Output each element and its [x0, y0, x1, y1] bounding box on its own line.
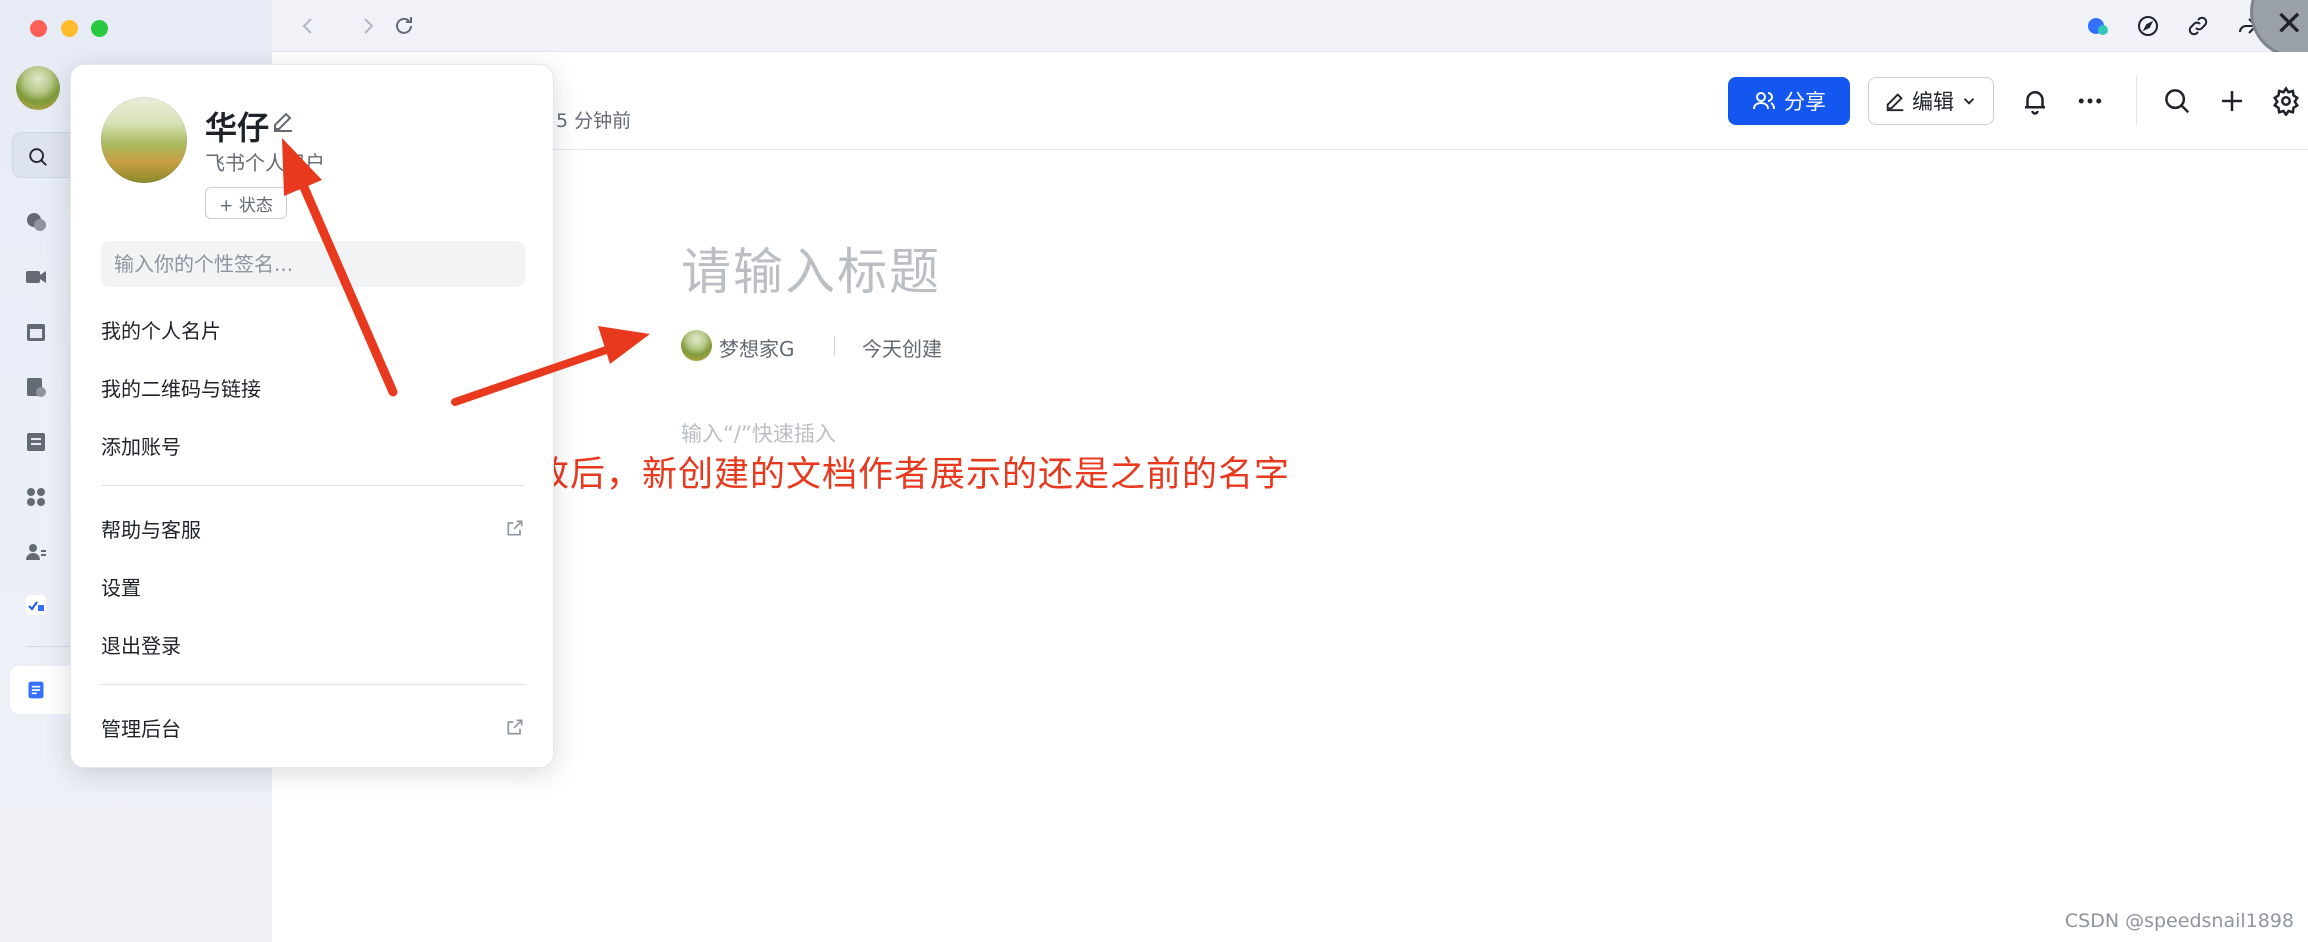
arrow-to-profile-name	[282, 138, 398, 397]
arrow-to-author-name	[451, 326, 650, 406]
annotation-arrows	[282, 138, 650, 406]
watermark: CSDN @speedsnail1898	[2064, 910, 2294, 932]
